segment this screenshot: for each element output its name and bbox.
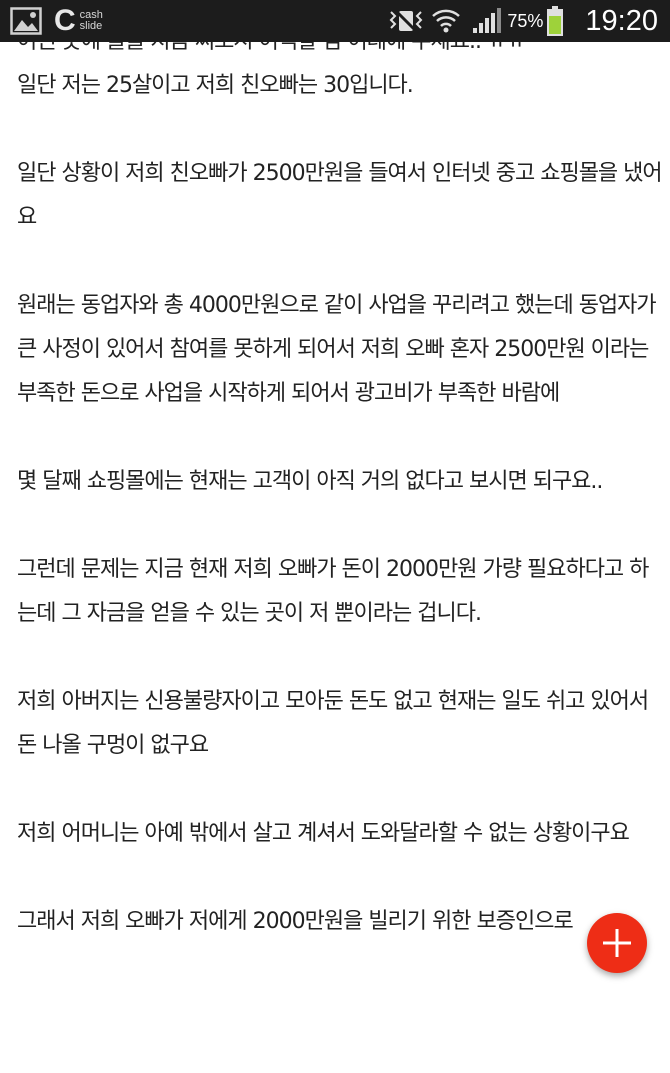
wifi-icon — [432, 9, 461, 33]
notification-area: C cash slide — [10, 6, 103, 36]
battery-percent: 75% — [507, 10, 544, 31]
add-button[interactable] — [587, 913, 647, 973]
cash-slide-line2: slide — [79, 20, 103, 32]
battery-icon — [547, 6, 564, 36]
signal-icon — [473, 8, 502, 33]
article-paragraph: 원래는 동업자와 총 4000만원으로 같이 사업을 꾸리려고 했는데 동업자가… — [17, 293, 657, 406]
system-tray: 75% 19:20 — [389, 4, 658, 38]
article-paragraph: 몇 달째 쇼핑몰에는 현재는 고객이 아직 거의 없다고 보시면 되구요.. — [17, 469, 603, 494]
cash-slide-letter: C — [54, 4, 76, 37]
article-body[interactable]: 어떤 곳에 물을 지금 써보시 어떡할 땀 어레에 주세요.. ㅠㅠ 일단 저는… — [17, 20, 667, 1032]
article-paragraph: 저희 어머니는 아예 밖에서 살고 계셔서 도와달라할 수 없는 상황이구요 — [17, 821, 630, 846]
clock: 19:20 — [585, 4, 658, 37]
mute-vibrate-icon — [389, 8, 423, 34]
article-paragraph: 그런데 문제는 지금 현재 저희 오빠가 돈이 2000만원 가량 필요하다고 … — [17, 557, 649, 626]
article-paragraph: 일단 저는 25살이고 저희 친오빠는 30입니다. — [17, 73, 414, 98]
status-bar: C cash slide 75% 19:20 — [0, 0, 670, 42]
cash-slide-wordmark: cash slide — [80, 10, 103, 32]
article-paragraph: 저희 아버지는 신용불량자이고 모아둔 돈도 없고 현재는 일도 쉬고 있어서 … — [17, 689, 649, 758]
article-paragraph: 그래서 저희 오빠가 저에게 2000만원을 빌리기 위한 보증인으로 — [17, 909, 574, 934]
cash-slide-icon: C cash slide — [54, 6, 103, 36]
gallery-icon — [10, 7, 42, 35]
plus-icon — [603, 929, 631, 957]
article-paragraph: 일단 상황이 저희 친오빠가 2500만원을 들여서 인터넷 중고 쇼핑몰을 냈… — [17, 161, 663, 230]
